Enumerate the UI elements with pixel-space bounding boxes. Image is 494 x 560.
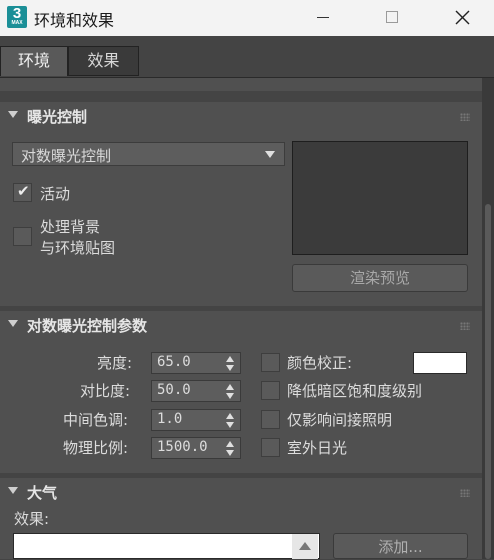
color-correction-swatch[interactable] — [413, 352, 467, 374]
color-correction-checkbox[interactable] — [261, 353, 280, 372]
physical-scale-spinner[interactable]: 1500.0 — [151, 437, 241, 459]
minimize-button[interactable] — [300, 0, 346, 36]
log-exposure-params-header[interactable]: 对数曝光控制参数 — [0, 311, 482, 339]
process-background-label-line2: 与环境贴图 — [40, 239, 116, 257]
exterior-daylight-label: 室外日光 — [287, 439, 348, 457]
color-correction-label: 颜色校正: — [287, 354, 353, 372]
minimize-icon — [317, 17, 329, 18]
active-checkbox[interactable]: ✔ — [13, 182, 32, 202]
window-title: 环境和效果 — [34, 11, 115, 30]
spinner-arrows-icon[interactable] — [226, 356, 236, 372]
maximize-button[interactable] — [369, 0, 415, 36]
collapse-triangle-icon — [8, 320, 18, 327]
log-exposure-params-title: 对数曝光控制参数 — [27, 317, 148, 335]
add-effect-button[interactable]: 添加... — [333, 533, 468, 559]
atmosphere-title: 大气 — [27, 484, 58, 502]
affect-indirect-only-checkbox[interactable] — [261, 410, 280, 429]
title-bar: 3 MAX 环境和效果 — [0, 0, 494, 36]
exposure-type-value: 对数曝光控制 — [21, 147, 112, 165]
maximize-icon — [386, 11, 398, 23]
render-preview-button[interactable]: 渲染预览 — [292, 264, 468, 292]
drag-grip-icon[interactable] — [460, 322, 470, 330]
physical-scale-value: 1500.0 — [157, 439, 208, 455]
close-button[interactable] — [439, 0, 485, 36]
tab-bar: 环境 效果 — [0, 36, 494, 78]
app-icon-sub: MAX — [11, 20, 23, 26]
contrast-label: 对比度: — [80, 382, 131, 400]
exterior-daylight-checkbox[interactable] — [261, 438, 280, 457]
prev-rollout-edge — [0, 78, 482, 91]
triangle-up-icon — [299, 542, 311, 550]
exposure-control-title: 曝光控制 — [27, 108, 88, 126]
3dsmax-app-icon: 3 MAX — [7, 6, 27, 28]
atmosphere-header[interactable]: 大气 — [0, 478, 482, 506]
drag-grip-icon[interactable] — [460, 113, 470, 121]
desaturate-low-levels-label: 降低暗区饱和度级别 — [287, 382, 423, 400]
midtones-spinner[interactable]: 1.0 — [151, 409, 241, 431]
checkmark-icon: ✔ — [17, 182, 30, 200]
tab-environment[interactable]: 环境 — [0, 46, 68, 76]
tab-effects[interactable]: 效果 — [68, 46, 139, 76]
brightness-label: 亮度: — [97, 354, 133, 372]
midtones-label: 中间色调: — [63, 411, 129, 429]
process-background-checkbox[interactable] — [13, 227, 32, 246]
effects-label: 效果: — [14, 510, 50, 528]
exposure-control-header[interactable]: 曝光控制 — [0, 102, 482, 130]
chevron-down-icon — [265, 151, 275, 158]
spinner-arrows-icon[interactable] — [226, 384, 236, 400]
midtones-value: 1.0 — [157, 411, 183, 427]
contrast-value: 50.0 — [157, 382, 191, 398]
panel-scrollbar[interactable] — [482, 78, 494, 559]
brightness-value: 65.0 — [157, 354, 191, 370]
scrollbar-thumb[interactable] — [485, 204, 491, 559]
exposure-type-dropdown[interactable]: 对数曝光控制 — [12, 142, 285, 166]
active-label: 活动 — [40, 185, 71, 203]
drag-grip-icon[interactable] — [460, 489, 470, 497]
spinner-arrows-icon[interactable] — [226, 413, 236, 429]
atmosphere-effects-list[interactable] — [13, 533, 320, 559]
collapse-triangle-icon — [8, 487, 18, 494]
exposure-preview-thumbnail — [292, 141, 468, 255]
collapse-triangle-icon — [8, 111, 18, 118]
process-background-label-line1: 处理背景 — [40, 218, 101, 236]
close-icon — [455, 10, 470, 25]
desaturate-low-levels-checkbox[interactable] — [261, 381, 280, 400]
spinner-arrows-icon[interactable] — [226, 441, 236, 457]
contrast-spinner[interactable]: 50.0 — [151, 380, 241, 402]
brightness-spinner[interactable]: 65.0 — [151, 352, 241, 374]
effects-list-scroll-up[interactable] — [292, 534, 318, 559]
affect-indirect-only-label: 仅影响间接照明 — [287, 411, 393, 429]
physical-scale-label: 物理比例: — [63, 439, 129, 457]
